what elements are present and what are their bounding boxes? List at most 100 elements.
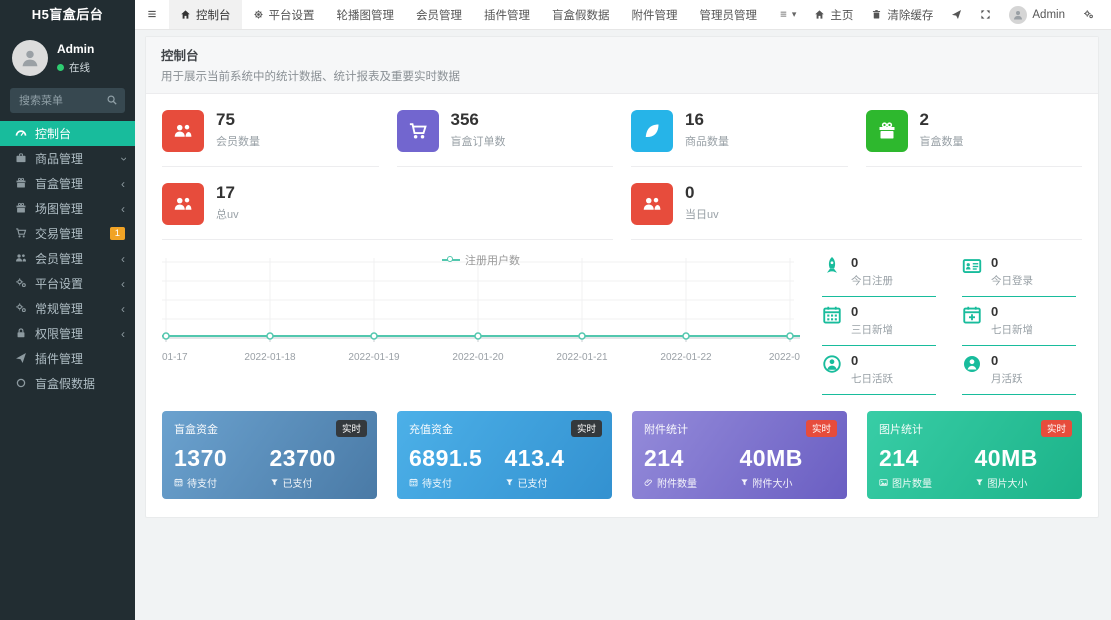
panel-heading: 控制台 用于展示当前系统中的统计数据、统计报表及重要实时数据 — [146, 37, 1098, 94]
sidebar-item-platform-settings[interactable]: 平台设置 ‹ — [0, 271, 135, 296]
stat-products: 16商品数量 — [631, 108, 848, 167]
cart-icon — [397, 110, 439, 152]
stat-members: 75会员数量 — [162, 108, 379, 167]
tab-carousel[interactable]: 轮播图管理 — [326, 0, 406, 29]
calendar-icon — [409, 478, 418, 487]
tab-list-dropdown[interactable]: ≡▾ — [771, 0, 805, 30]
cogs-icon — [14, 302, 27, 316]
sidebar-item-general[interactable]: 常规管理 ‹ — [0, 296, 135, 321]
briefcase-icon — [14, 152, 27, 166]
funnel-icon — [740, 478, 749, 487]
sidebar-item-dashboard[interactable]: 控制台 — [0, 121, 135, 146]
tab-fakedata[interactable]: 盲盒假数据 — [541, 0, 621, 29]
app-title: H5盲盒后台 — [0, 0, 135, 30]
sidebar-item-members[interactable]: 会员管理 ‹ — [0, 246, 135, 271]
tab-platform-settings[interactable]: 平台设置 — [242, 0, 326, 29]
clear-cache-button[interactable]: 清除缓存 — [862, 0, 942, 30]
chevron-left-icon: ‹ — [121, 177, 125, 191]
user-status: 在线 — [69, 60, 90, 75]
user-panel: Admin 在线 — [0, 30, 135, 84]
users-icon — [14, 252, 27, 266]
mini-stat-grid: 0今日注册 0今日登录 0三日新增 0七日新增 — [800, 252, 1082, 395]
main-content: 控制台 用于展示当前系统中的统计数据、统计报表及重要实时数据 75会员数量 35… — [135, 30, 1111, 620]
chevron-left-icon: ‹ — [121, 277, 125, 291]
stat-today-uv: 0当日uv — [631, 181, 1082, 240]
mini-stat-month-active: 0月活跃 — [962, 354, 1076, 395]
gauge-icon — [14, 127, 27, 141]
sidebar-item-scene[interactable]: 场图管理 ‹ — [0, 196, 135, 221]
mini-stat-7day-active: 0七日活跃 — [822, 354, 936, 395]
nav-tabs: 控制台 平台设置 轮播图管理 会员管理 插件管理 盲盒假数据 附件管理 管理员管… — [169, 0, 771, 29]
leaf-icon — [631, 110, 673, 152]
gift-icon — [866, 110, 908, 152]
avatar[interactable] — [12, 40, 48, 76]
home-icon — [814, 9, 825, 20]
search-icon — [106, 94, 118, 108]
sidebar-item-addons[interactable]: 插件管理 — [0, 346, 135, 371]
calendar-icon — [822, 305, 842, 325]
funnel-icon — [975, 478, 984, 487]
list-icon: ≡ — [780, 9, 787, 21]
realtime-badge: 实时 — [806, 420, 837, 437]
stat-boxes: 2盲盒数量 — [866, 108, 1083, 167]
sidebar-item-goods[interactable]: 商品管理 ‹ — [0, 146, 135, 171]
sidebar-item-fakedata[interactable]: 盲盒假数据 — [0, 371, 135, 396]
home-icon — [180, 9, 191, 20]
sidebar-item-auth[interactable]: 权限管理 ‹ — [0, 321, 135, 346]
home-button[interactable]: 主页 — [805, 0, 862, 30]
tab-members[interactable]: 会员管理 — [405, 0, 473, 29]
plane-icon — [14, 352, 27, 366]
calendar-icon — [174, 478, 183, 487]
nav-right: ≡▾ 主页 清除缓存 Admin — [771, 0, 1111, 29]
hamburger-icon[interactable]: ≡ — [135, 0, 169, 29]
tab-addons[interactable]: 插件管理 — [473, 0, 541, 29]
settings-button[interactable] — [1074, 0, 1103, 30]
card-attachment-stats: 附件统计 实时 214 附件数量 40MB 附件大小 — [632, 411, 847, 499]
admin-menu[interactable]: Admin — [1000, 0, 1074, 30]
gift-icon — [14, 202, 27, 216]
chart-legend[interactable]: 注册用户数 — [442, 252, 520, 268]
users-icon — [162, 110, 204, 152]
caret-down-icon: ▾ — [792, 9, 797, 20]
mini-stat-today-register: 0今日注册 — [822, 256, 936, 297]
paperclip-icon — [644, 478, 653, 487]
tab-attachments[interactable]: 附件管理 — [621, 0, 689, 29]
fullscreen-button[interactable] — [971, 0, 1000, 30]
chevron-down-icon: ‹ — [116, 157, 130, 161]
shortcut-button[interactable] — [942, 0, 971, 30]
circle-icon — [14, 377, 27, 391]
dashboard-panel: 控制台 用于展示当前系统中的统计数据、统计报表及重要实时数据 75会员数量 35… — [145, 36, 1099, 518]
legend-marker-icon — [442, 259, 460, 261]
cart-icon — [14, 227, 27, 241]
gift-icon — [14, 177, 27, 191]
users-icon — [631, 183, 673, 225]
cogs-icon — [1083, 9, 1094, 20]
x-tick: 2022-0 — [769, 352, 800, 363]
trade-badge: 1 — [110, 227, 125, 240]
paper-plane-icon — [951, 9, 962, 20]
sidebar-item-blindbox[interactable]: 盲盒管理 ‹ — [0, 171, 135, 196]
summary-cards: 盲盒资金 实时 1370 待支付 23700 已支付 充值资金 — [162, 411, 1082, 499]
x-tick: 2022-01-22 — [660, 352, 711, 363]
id-card-icon — [962, 256, 982, 276]
user-outline-icon — [822, 354, 842, 374]
user-filled-icon — [962, 354, 982, 374]
sidebar-item-trade[interactable]: 交易管理 1 — [0, 221, 135, 246]
tab-admins[interactable]: 管理员管理 — [689, 0, 769, 29]
x-tick: 2022-01-19 — [348, 352, 399, 363]
registered-users-chart: 注册用户数 — [162, 252, 800, 395]
lock-icon — [14, 327, 27, 341]
online-status-dot — [57, 64, 64, 71]
tab-dashboard[interactable]: 控制台 — [169, 0, 242, 29]
top-navbar: ≡ 控制台 平台设置 轮播图管理 会员管理 插件管理 盲盒假数据 附件管理 管理… — [135, 0, 1111, 30]
sidebar-menu: 控制台 商品管理 ‹ 盲盒管理 ‹ 场图管理 ‹ 交易管理 1 会员管理 ‹ — [0, 121, 135, 396]
calendar-plus-icon — [962, 305, 982, 325]
trash-icon — [871, 9, 882, 20]
rocket-icon — [822, 256, 842, 276]
chevron-left-icon: ‹ — [121, 302, 125, 316]
realtime-badge: 实时 — [571, 420, 602, 437]
x-tick: 2022-01-20 — [452, 352, 503, 363]
stat-grid: 75会员数量 356盲盒订单数 16商品数量 2盲盒数量 17总uv — [162, 108, 1082, 240]
users-icon — [162, 183, 204, 225]
chevron-left-icon: ‹ — [121, 327, 125, 341]
